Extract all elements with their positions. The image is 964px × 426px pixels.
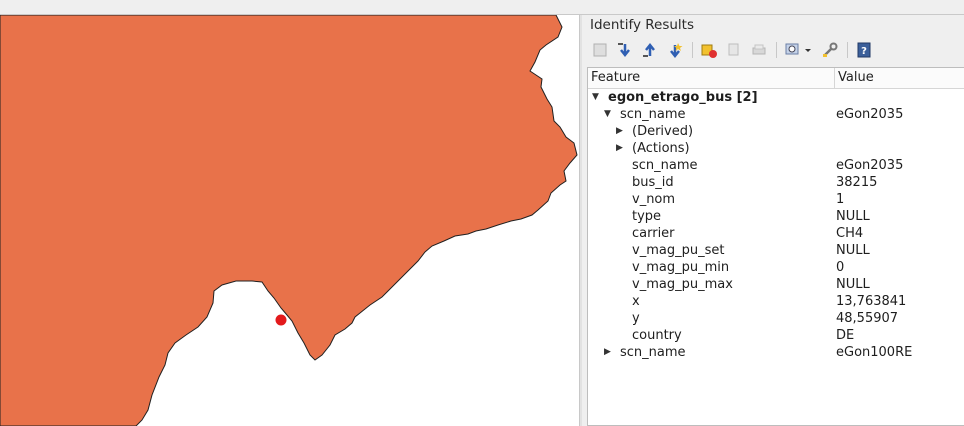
tree-row-key: (Derived) — [632, 124, 694, 139]
expand-all-icon[interactable] — [615, 40, 635, 60]
expand-tree-icon[interactable] — [590, 40, 610, 60]
tree-row[interactable]: y 48,55907 — [588, 310, 964, 327]
column-header-value[interactable]: Value — [835, 68, 874, 88]
expand-new-results-icon[interactable] — [665, 40, 685, 60]
germany-land-polygon[interactable] — [0, 15, 578, 426]
tree-row-key: bus_id — [632, 175, 674, 190]
results-tree[interactable]: Feature Value ▼ egon_etrago_bus [2] ▼ scn_n… — [587, 67, 964, 426]
tree-row[interactable]: ▶ scn_name eGon100RE — [588, 344, 964, 361]
clear-results-icon[interactable] — [699, 40, 719, 60]
tree-row-value: NULL — [836, 209, 870, 224]
tree-row[interactable]: v_nom 1 — [588, 191, 964, 208]
map-canvas[interactable] — [0, 15, 579, 426]
expand-arrow-right-icon[interactable]: ▶ — [616, 123, 623, 140]
print-icon[interactable] — [749, 40, 769, 60]
tree-row[interactable]: ▼ scn_name eGon2035 — [588, 106, 964, 123]
map-svg — [0, 15, 578, 426]
panel-title: Identify Results — [590, 17, 694, 33]
copy-feature-icon[interactable] — [724, 40, 744, 60]
tree-row[interactable]: v_mag_pu_max NULL — [588, 276, 964, 293]
tree-row[interactable]: scn_name eGon2035 — [588, 157, 964, 174]
tree-row-key: v_mag_pu_set — [632, 243, 725, 258]
tree-row-value: 1 — [836, 192, 845, 207]
tree-row-value: NULL — [836, 277, 870, 292]
tree-row-value: CH4 — [836, 226, 864, 241]
tree-row[interactable]: ▶ (Actions) — [588, 140, 964, 157]
tree-header: Feature Value — [588, 68, 964, 89]
tree-row-key: v_nom — [632, 192, 676, 207]
tree-row-value: NULL — [836, 243, 870, 258]
tree-row[interactable]: v_mag_pu_min 0 — [588, 259, 964, 276]
tree-row-key: country — [632, 328, 682, 343]
tree-row[interactable]: ▼ egon_etrago_bus [2] — [588, 89, 964, 106]
identify-mode-icon[interactable] — [783, 40, 815, 60]
expand-arrow-right-icon[interactable]: ▶ — [604, 344, 611, 361]
tree-row-key: egon_etrago_bus [2] — [608, 90, 758, 105]
expand-arrow-right-icon[interactable]: ▶ — [616, 140, 623, 157]
column-header-feature[interactable]: Feature — [588, 68, 835, 88]
tree-row[interactable]: country DE — [588, 327, 964, 344]
tree-row-key: type — [632, 209, 662, 224]
tree-row-value: 48,55907 — [836, 311, 899, 326]
tree-row[interactable]: v_mag_pu_set NULL — [588, 242, 964, 259]
settings-icon[interactable] — [820, 40, 840, 60]
tree-row[interactable]: carrier CH4 — [588, 225, 964, 242]
identify-results-panel: Identify Results ? Feature Value ▼ egon_… — [582, 15, 964, 426]
tree-row-key: scn_name — [632, 158, 698, 173]
tree-row[interactable]: x 13,763841 — [588, 293, 964, 310]
bus-point-marker[interactable] — [275, 314, 287, 326]
tree-row-key: scn_name — [620, 107, 686, 122]
tree-row[interactable]: type NULL — [588, 208, 964, 225]
tree-row-key: carrier — [632, 226, 675, 241]
tree-row[interactable]: ▶ (Derived) — [588, 123, 964, 140]
toolbar-separator — [692, 42, 693, 58]
tree-row-value: eGon2035 — [836, 158, 904, 173]
tree-row-key: y — [632, 311, 640, 326]
tree-row-key: v_mag_pu_min — [632, 260, 730, 275]
expand-arrow-down-icon[interactable]: ▼ — [592, 89, 599, 106]
toolbar-separator — [847, 42, 848, 58]
tree-row-value: 38215 — [836, 175, 878, 190]
tree-row-value: 13,763841 — [836, 294, 907, 309]
tree-row-value: eGon100RE — [836, 345, 913, 360]
help-icon[interactable]: ? — [854, 40, 874, 60]
svg-text:?: ? — [861, 46, 867, 57]
tree-row-value: DE — [836, 328, 855, 343]
collapse-all-icon[interactable] — [640, 40, 660, 60]
toolbar-separator — [776, 42, 777, 58]
tree-row-key: (Actions) — [632, 141, 690, 156]
tree-row-key: scn_name — [620, 345, 686, 360]
expand-arrow-down-icon[interactable]: ▼ — [604, 106, 611, 123]
tree-row[interactable]: bus_id 38215 — [588, 174, 964, 191]
tree-row-value: eGon2035 — [836, 107, 904, 122]
tree-row-key: v_mag_pu_max — [632, 277, 733, 292]
tree-row-key: x — [632, 294, 640, 309]
chevron-down-icon[interactable] — [803, 42, 813, 58]
tree-row-value: 0 — [836, 260, 845, 275]
window-top-bar — [0, 0, 964, 15]
identify-toolbar: ? — [590, 39, 879, 61]
